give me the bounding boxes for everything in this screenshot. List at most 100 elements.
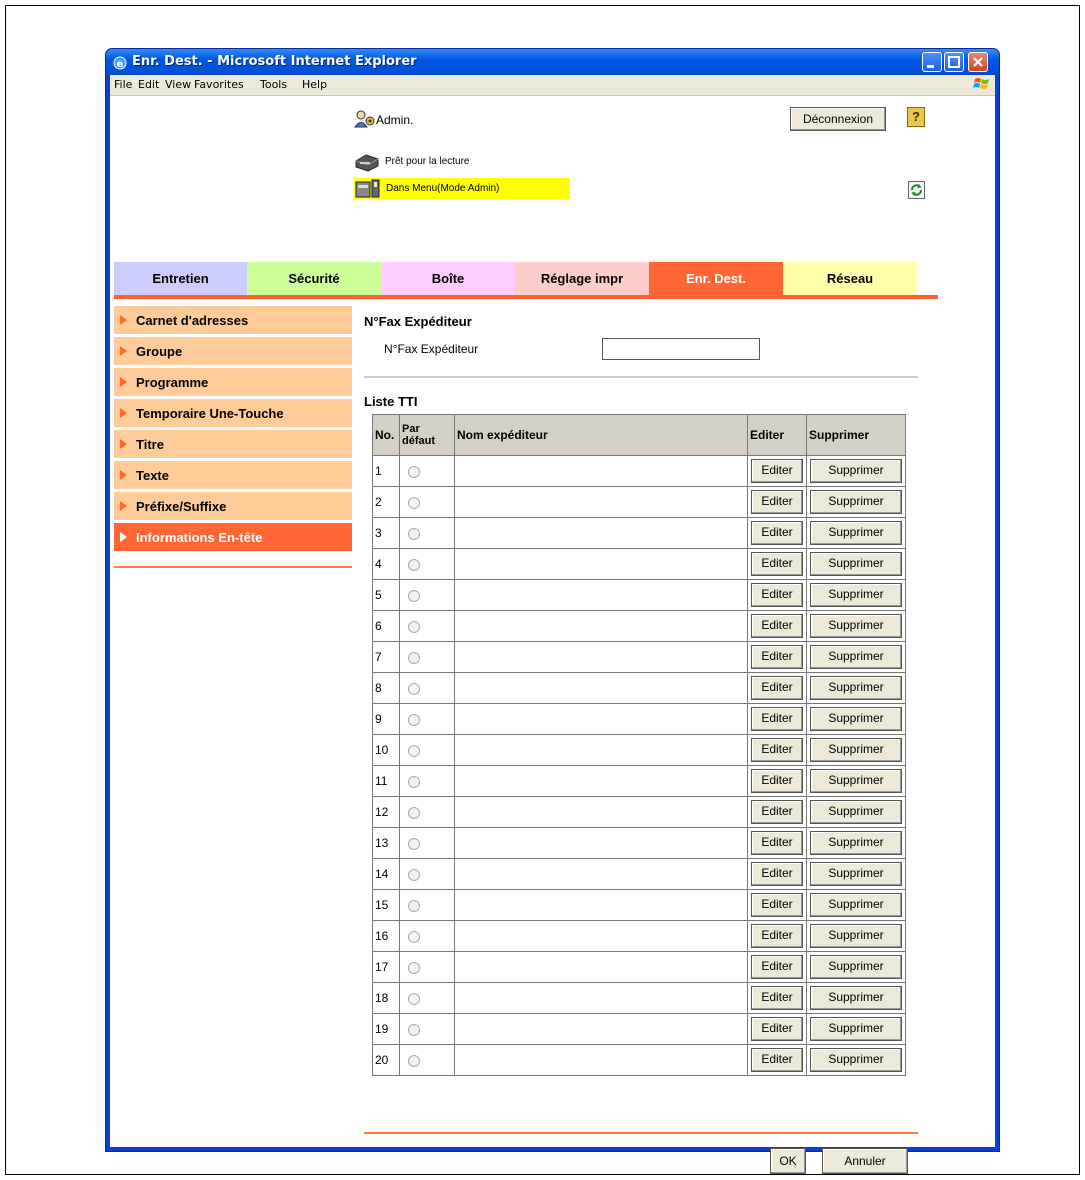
sidebar-item-temporaire[interactable]: Temporaire Une-Touche (114, 399, 352, 430)
menu-edit[interactable]: Edit (138, 78, 159, 91)
default-radio[interactable] (408, 496, 420, 509)
delete-button[interactable]: Supprimer (810, 459, 902, 483)
edit-button[interactable]: Editer (751, 769, 803, 793)
menu-view[interactable]: View (165, 78, 191, 91)
help-button[interactable]: ? (907, 107, 925, 127)
delete-button[interactable]: Supprimer (810, 955, 902, 979)
tab-securite[interactable]: Sécurité (247, 262, 381, 295)
delete-button[interactable]: Supprimer (810, 707, 902, 731)
delete-button[interactable]: Supprimer (810, 521, 902, 545)
default-radio[interactable] (408, 527, 420, 540)
delete-button[interactable]: Supprimer (810, 769, 902, 793)
delete-button[interactable]: Supprimer (810, 862, 902, 886)
edit-button[interactable]: Editer (751, 924, 803, 948)
edit-cell: Editer (747, 858, 807, 890)
default-radio[interactable] (408, 992, 420, 1005)
fax-number-input[interactable] (602, 338, 760, 360)
edit-cell: Editer (747, 951, 807, 983)
tab-entretien[interactable]: Entretien (114, 262, 247, 295)
edit-button[interactable]: Editer (751, 893, 803, 917)
sidebar-item-programme[interactable]: Programme (114, 368, 352, 399)
default-radio[interactable] (408, 713, 420, 726)
default-radio[interactable] (408, 868, 420, 881)
sidebar-item-informations-entete[interactable]: Informations En-tête (114, 523, 352, 554)
arrow-right-icon (120, 377, 127, 387)
title-bar[interactable]: e Enr. Dest. - Microsoft Internet Explor… (106, 49, 999, 75)
delete-button[interactable]: Supprimer (810, 583, 902, 607)
sidebar-item-titre[interactable]: Titre (114, 430, 352, 461)
delete-cell: Supprimer (806, 517, 906, 549)
delete-button[interactable]: Supprimer (810, 1048, 902, 1072)
tab-boite[interactable]: Boîte (381, 262, 515, 295)
default-radio[interactable] (408, 744, 420, 757)
ok-button[interactable]: OK (770, 1148, 806, 1174)
sidebar-item-groupe[interactable]: Groupe (114, 337, 352, 368)
tab-reglage-impr[interactable]: Réglage impr (515, 262, 649, 295)
row-number: 5 (372, 579, 400, 611)
delete-button[interactable]: Supprimer (810, 552, 902, 576)
edit-button[interactable]: Editer (751, 707, 803, 731)
edit-cell: Editer (747, 827, 807, 859)
menu-file[interactable]: File (114, 78, 132, 91)
menu-help[interactable]: Help (302, 78, 327, 91)
default-radio[interactable] (408, 806, 420, 819)
menu-tools[interactable]: Tools (260, 78, 287, 91)
default-radio[interactable] (408, 465, 420, 478)
cancel-button[interactable]: Annuler (822, 1148, 908, 1174)
edit-button[interactable]: Editer (751, 800, 803, 824)
default-radio[interactable] (408, 589, 420, 602)
maximize-icon[interactable] (944, 52, 964, 72)
delete-button[interactable]: Supprimer (810, 490, 902, 514)
edit-button[interactable]: Editer (751, 645, 803, 669)
delete-button[interactable]: Supprimer (810, 1017, 902, 1041)
delete-button[interactable]: Supprimer (810, 738, 902, 762)
table-row: 10 Editer Supprimer (372, 734, 906, 766)
delete-button[interactable]: Supprimer (810, 676, 902, 700)
logout-button[interactable]: Déconnexion (790, 107, 886, 131)
edit-button[interactable]: Editer (751, 986, 803, 1010)
default-radio[interactable] (408, 651, 420, 664)
minimize-icon[interactable] (922, 52, 942, 72)
edit-button[interactable]: Editer (751, 614, 803, 638)
edit-button[interactable]: Editer (751, 862, 803, 886)
menu-favorites[interactable]: Favorites (194, 78, 244, 91)
delete-button[interactable]: Supprimer (810, 831, 902, 855)
sidebar-item-carnet-adresses[interactable]: Carnet d'adresses (114, 306, 352, 337)
default-radio[interactable] (408, 775, 420, 788)
edit-button[interactable]: Editer (751, 583, 803, 607)
default-radio[interactable] (408, 558, 420, 571)
delete-button[interactable]: Supprimer (810, 614, 902, 638)
default-radio[interactable] (408, 620, 420, 633)
edit-button[interactable]: Editer (751, 490, 803, 514)
default-cell (399, 517, 455, 549)
default-radio[interactable] (408, 682, 420, 695)
edit-button[interactable]: Editer (751, 831, 803, 855)
default-radio[interactable] (408, 837, 420, 850)
default-radio[interactable] (408, 930, 420, 943)
close-icon[interactable] (968, 52, 988, 72)
edit-button[interactable]: Editer (751, 459, 803, 483)
default-cell (399, 920, 455, 952)
delete-button[interactable]: Supprimer (810, 800, 902, 824)
edit-button[interactable]: Editer (751, 955, 803, 979)
sidebar-item-texte[interactable]: Texte (114, 461, 352, 492)
edit-button[interactable]: Editer (751, 1048, 803, 1072)
edit-button[interactable]: Editer (751, 676, 803, 700)
default-radio[interactable] (408, 1054, 420, 1067)
edit-button[interactable]: Editer (751, 738, 803, 762)
edit-button[interactable]: Editer (751, 521, 803, 545)
arrow-right-icon (120, 532, 127, 542)
edit-button[interactable]: Editer (751, 552, 803, 576)
tab-reseau[interactable]: Réseau (783, 262, 917, 295)
sidebar-item-prefixe-suffixe[interactable]: Préfixe/Suffixe (114, 492, 352, 523)
delete-button[interactable]: Supprimer (810, 986, 902, 1010)
tab-enr-dest[interactable]: Enr. Dest. (649, 262, 783, 295)
default-radio[interactable] (408, 899, 420, 912)
default-radio[interactable] (408, 1023, 420, 1036)
delete-button[interactable]: Supprimer (810, 924, 902, 948)
edit-button[interactable]: Editer (751, 1017, 803, 1041)
refresh-button[interactable] (908, 181, 925, 199)
default-radio[interactable] (408, 961, 420, 974)
delete-button[interactable]: Supprimer (810, 645, 902, 669)
delete-button[interactable]: Supprimer (810, 893, 902, 917)
